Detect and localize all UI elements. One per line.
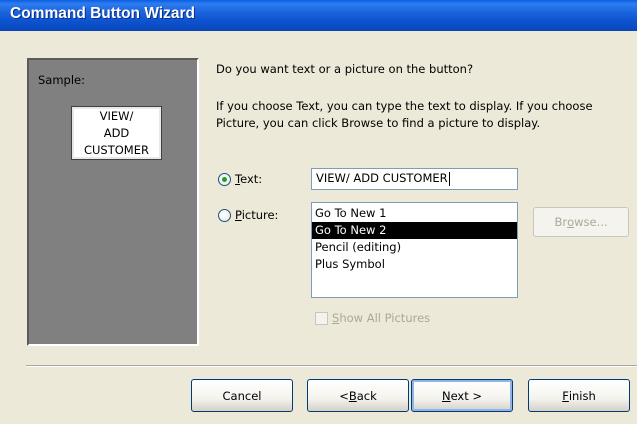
picture-listbox[interactable]: Go To New 1 Go To New 2 Pencil (editing)… — [311, 202, 518, 298]
question-text: Do you want text or a picture on the but… — [216, 62, 474, 76]
button-text-input[interactable]: VIEW/ ADD CUSTOMER — [311, 168, 518, 190]
sample-label: Sample: — [38, 73, 85, 87]
picture-option[interactable]: Picture: — [218, 208, 278, 222]
separator — [26, 365, 637, 367]
browse-button[interactable]: Br o wse... — [533, 207, 629, 237]
text-option[interactable]: Text: — [218, 172, 262, 186]
sample-panel: Sample: VIEW/ ADD CUSTOMER — [27, 58, 199, 346]
list-item-selected[interactable]: Go To New 2 — [312, 222, 517, 239]
text-radio-label[interactable]: Text: — [235, 172, 262, 186]
window-title: Command Button Wizard — [10, 5, 195, 22]
cancel-button[interactable]: Cancel — [191, 379, 293, 412]
text-radio[interactable] — [218, 172, 231, 186]
next-button[interactable]: Next > — [411, 379, 513, 412]
list-item[interactable]: Go To New 1 — [312, 205, 517, 222]
show-all-pictures-label: Show All Pictures — [332, 311, 431, 325]
back-button[interactable]: < Back — [307, 379, 409, 412]
text-caret — [448, 171, 450, 186]
finish-button[interactable]: Finish — [528, 379, 630, 412]
title-bar[interactable]: Command Button Wizard — [0, 0, 637, 31]
picture-radio[interactable] — [218, 208, 231, 222]
show-all-pictures-checkbox[interactable] — [315, 311, 328, 325]
picture-radio-label[interactable]: Picture: — [235, 208, 278, 222]
list-item[interactable]: Pencil (editing) — [312, 239, 517, 256]
list-item[interactable]: Plus Symbol — [312, 256, 517, 273]
wizard-window: Command Button Wizard Sample: VIEW/ ADD … — [0, 0, 637, 424]
info-text: If you choose Text, you can type the tex… — [216, 99, 593, 130]
sample-button-preview: VIEW/ ADD CUSTOMER — [71, 106, 162, 160]
show-all-pictures-option[interactable]: Show All Pictures — [315, 311, 430, 325]
